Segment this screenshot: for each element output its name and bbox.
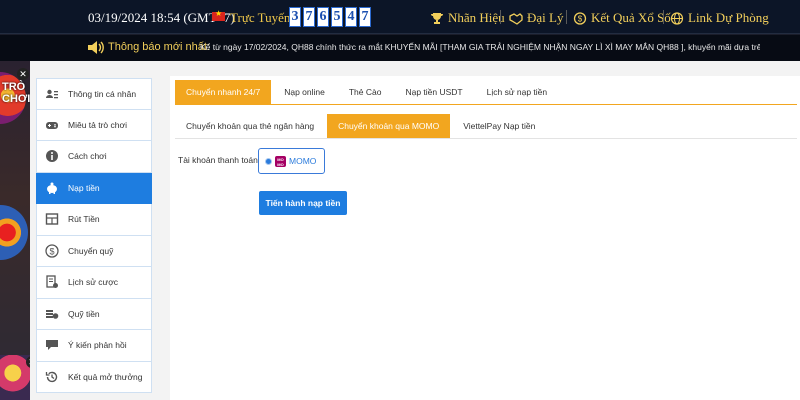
globe-icon [670,11,684,25]
promo-label-line1: TRÒ [2,81,26,93]
online-digit: 7 [359,7,371,27]
sidebar-item-label: Ý kiến phản hồi [68,340,127,351]
notice-bar: Thông báo mới nhất: Kể từ ngày 17/02/202… [0,35,800,61]
sidebar-item-label: Rút Tiền [68,214,100,225]
online-digit: 3 [289,7,301,27]
tab-deposit-history[interactable]: Lịch sử nạp tiền [476,80,559,104]
online-digit: 6 [317,7,329,27]
sidebar-item-how-to-play[interactable]: Cách chơi [36,141,152,173]
svg-text:$: $ [49,246,54,256]
online-digit: 4 [345,7,357,27]
lottery-link[interactable]: $ Kết Quả Xổ Số [573,10,671,26]
user-card-icon [46,89,58,99]
sidebar-item-label: Miêu tả trò chơi [68,119,127,130]
top-bar: 03/19/2024 18:54 (GMT+7) Trực Tuyến : 3 … [0,0,800,34]
coins-icon [46,309,59,319]
sidebar-item-label: Quỹ tiền [68,308,100,319]
transfer-channel-tabs: Chuyển khoản qua thẻ ngân hàng Chuyển kh… [175,114,548,138]
sidebar-item-withdraw[interactable]: Rút Tiền [36,204,152,236]
tab-viettelpay[interactable]: ViettelPay Nạp tiền [452,114,546,138]
divider [566,10,567,24]
sidebar-item-label: Chuyển quỹ [68,245,114,256]
sidebar-item-label: Kết quả mở thưởng [68,371,143,382]
notice-marquee: Kể từ ngày 17/02/2024, QH88 chính thức r… [200,42,760,52]
submit-deposit-button[interactable]: Tiến hành nạp tiền [259,191,347,215]
info-icon [46,150,58,163]
promo-label-line2: CHƠI [2,93,31,105]
svg-text:$: $ [578,14,583,23]
history-doc-icon [46,275,58,289]
lottery-link-label: Kết Quả Xổ Số [591,10,671,25]
sidebar-item-label: Cách chơi [68,151,107,162]
brand-link[interactable]: Nhãn Hiệu [430,10,505,26]
sidebar-item-fund-transfer[interactable]: $ Chuyển quỹ [36,235,152,267]
sidebar-item-label: Thông tin cá nhân [68,88,137,99]
handshake-icon [509,12,523,25]
sidebar-item-game-description[interactable]: Miêu tả trò chơi [36,109,152,141]
deposit-content: Chuyển nhanh 24/7 Nạp online Thẻ Cào Nạp… [170,76,800,400]
online-counter: 3 7 6 5 4 7 [289,7,371,27]
speaker-icon [88,41,104,54]
sidebar-item-profile[interactable]: Thông tin cá nhân [36,78,152,110]
momo-logo-icon: MO MO [275,155,286,167]
tab-fast-transfer[interactable]: Chuyển nhanh 24/7 [175,80,272,104]
momo-option-label: MOMO [289,156,317,166]
trophy-icon [431,12,443,24]
radio-selected-icon [265,157,272,165]
tabs-divider [175,104,797,105]
backup-link-label: Link Dự Phòng [688,10,769,25]
deposit-method-tabs: Chuyển nhanh 24/7 Nạp online Thẻ Cào Nạp… [175,80,560,104]
subtabs-divider [175,138,797,139]
online-label: Trực Tuyến : [230,10,298,25]
close-promo-icon[interactable]: ✕ [17,68,29,80]
momo-account-option[interactable]: MO MO MOMO [258,148,325,174]
sidebar-item-deposit[interactable]: Nạp tiền [36,172,152,204]
coin-icon: $ [573,11,587,25]
clock-history-icon [45,371,58,382]
vietnam-flag-icon [212,9,225,21]
gamepad-icon [46,121,58,129]
withdraw-icon [45,213,59,225]
tab-bank-card-transfer[interactable]: Chuyển khoản qua thẻ ngân hàng [175,114,325,138]
tab-online-deposit[interactable]: Nạp online [273,80,336,104]
chat-icon [46,340,58,351]
divider [663,10,664,24]
sidebar-item-funds[interactable]: Quỹ tiền [36,298,152,330]
sidebar-item-label: Lịch sử cược [68,277,119,288]
sidebar-item-bet-history[interactable]: Lịch sử cược [36,267,152,299]
notice-label: Thông báo mới nhất: [108,41,210,53]
agent-link-label: Đại Lý [527,10,564,25]
brand-link-label: Nhãn Hiệu [448,10,505,25]
piggy-bank-icon [47,182,57,194]
tab-scratch-card[interactable]: Thẻ Cào [338,80,393,104]
tab-momo-transfer[interactable]: Chuyển khoản qua MOMO [327,114,451,138]
account-panel: Thông tin cá nhân Miêu tả trò chơi Cách … [30,61,800,400]
online-digit: 5 [331,7,343,27]
sidebar-item-draw-results[interactable]: Kết quả mở thưởng [36,361,152,393]
agent-link[interactable]: Đại Lý [509,10,563,26]
dollar-icon: $ [45,244,59,258]
sidebar-item-label: Nạp tiền [68,182,100,193]
online-digit: 7 [303,7,315,27]
tab-usdt-deposit[interactable]: Nạp tiền USDT [394,80,473,104]
payment-account-label: Tài khoản thanh toán [178,155,258,165]
sidebar-item-feedback[interactable]: Ý kiến phản hồi [36,330,152,362]
divider [500,10,501,24]
account-sidebar: Thông tin cá nhân Miêu tả trò chơi Cách … [36,78,152,393]
backup-link[interactable]: Link Dự Phòng [670,10,769,26]
